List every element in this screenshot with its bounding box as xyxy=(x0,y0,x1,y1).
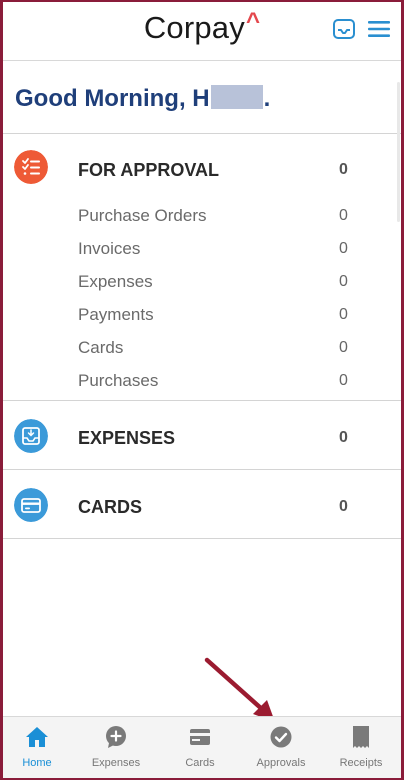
cards-count: 0 xyxy=(339,498,348,515)
nav-cards-label: Cards xyxy=(185,757,215,769)
divider xyxy=(3,538,401,539)
for-approval-title: FOR APPROVAL xyxy=(78,160,220,180)
hamburger-menu-icon[interactable] xyxy=(367,20,391,38)
receipt-icon xyxy=(353,726,369,748)
nav-receipts[interactable]: Receipts xyxy=(321,717,401,778)
approval-item-label: Purchase Orders xyxy=(78,206,207,225)
approval-item-label: Cards xyxy=(78,338,124,357)
app-header: Corpay^ xyxy=(3,2,401,61)
approval-item-label: Purchases xyxy=(78,371,159,390)
approval-item-label: Payments xyxy=(78,305,154,324)
nav-approvals-label: Approvals xyxy=(256,757,306,769)
nav-receipts-label: Receipts xyxy=(339,757,383,769)
approval-item-count: 0 xyxy=(339,372,348,389)
divider xyxy=(3,469,401,470)
greeting-suffix: . xyxy=(263,85,271,112)
logo-caret: ^ xyxy=(245,8,261,35)
for-approval-count: 0 xyxy=(339,161,348,178)
nav-expenses[interactable]: Expenses xyxy=(76,717,156,778)
inbox-icon xyxy=(14,419,48,453)
approval-item-count: 0 xyxy=(339,207,348,224)
app-screen: Corpay^ Good Morning, H. FOR APPROVAL 0 … xyxy=(3,2,401,778)
checklist-icon xyxy=(14,150,48,184)
home-icon xyxy=(26,727,48,747)
check-circle-icon xyxy=(270,726,292,748)
approval-item-count: 0 xyxy=(339,339,348,356)
greeting-prefix: Good Morning, H xyxy=(15,85,210,112)
nav-approvals[interactable]: Approvals xyxy=(241,717,321,778)
credit-card-icon xyxy=(14,488,48,522)
approval-item-count: 0 xyxy=(339,273,348,290)
logo-text: Corpay xyxy=(143,10,245,45)
bottom-nav: Home Expenses Cards Approvals Receipts xyxy=(3,716,401,778)
add-chat-icon xyxy=(106,726,126,748)
nav-cards[interactable]: Cards xyxy=(160,717,240,778)
cards-title: CARDS xyxy=(78,497,143,517)
card-icon xyxy=(190,729,210,745)
redacted-name xyxy=(210,84,263,109)
divider xyxy=(3,133,401,134)
greeting-text: Good Morning, H. xyxy=(15,84,271,113)
scrollbar[interactable] xyxy=(397,82,400,222)
nav-home-label: Home xyxy=(22,757,52,769)
approval-item-label: Invoices xyxy=(78,239,141,258)
expenses-title: EXPENSES xyxy=(78,428,176,448)
approval-item-count: 0 xyxy=(339,306,348,323)
approval-item-label: Expenses xyxy=(78,272,153,291)
divider xyxy=(3,400,401,401)
inbox-icon[interactable] xyxy=(333,19,355,39)
approval-item-count: 0 xyxy=(339,240,348,257)
expenses-count: 0 xyxy=(339,429,348,446)
nav-expenses-label: Expenses xyxy=(91,757,141,769)
nav-home[interactable]: Home xyxy=(3,717,77,778)
